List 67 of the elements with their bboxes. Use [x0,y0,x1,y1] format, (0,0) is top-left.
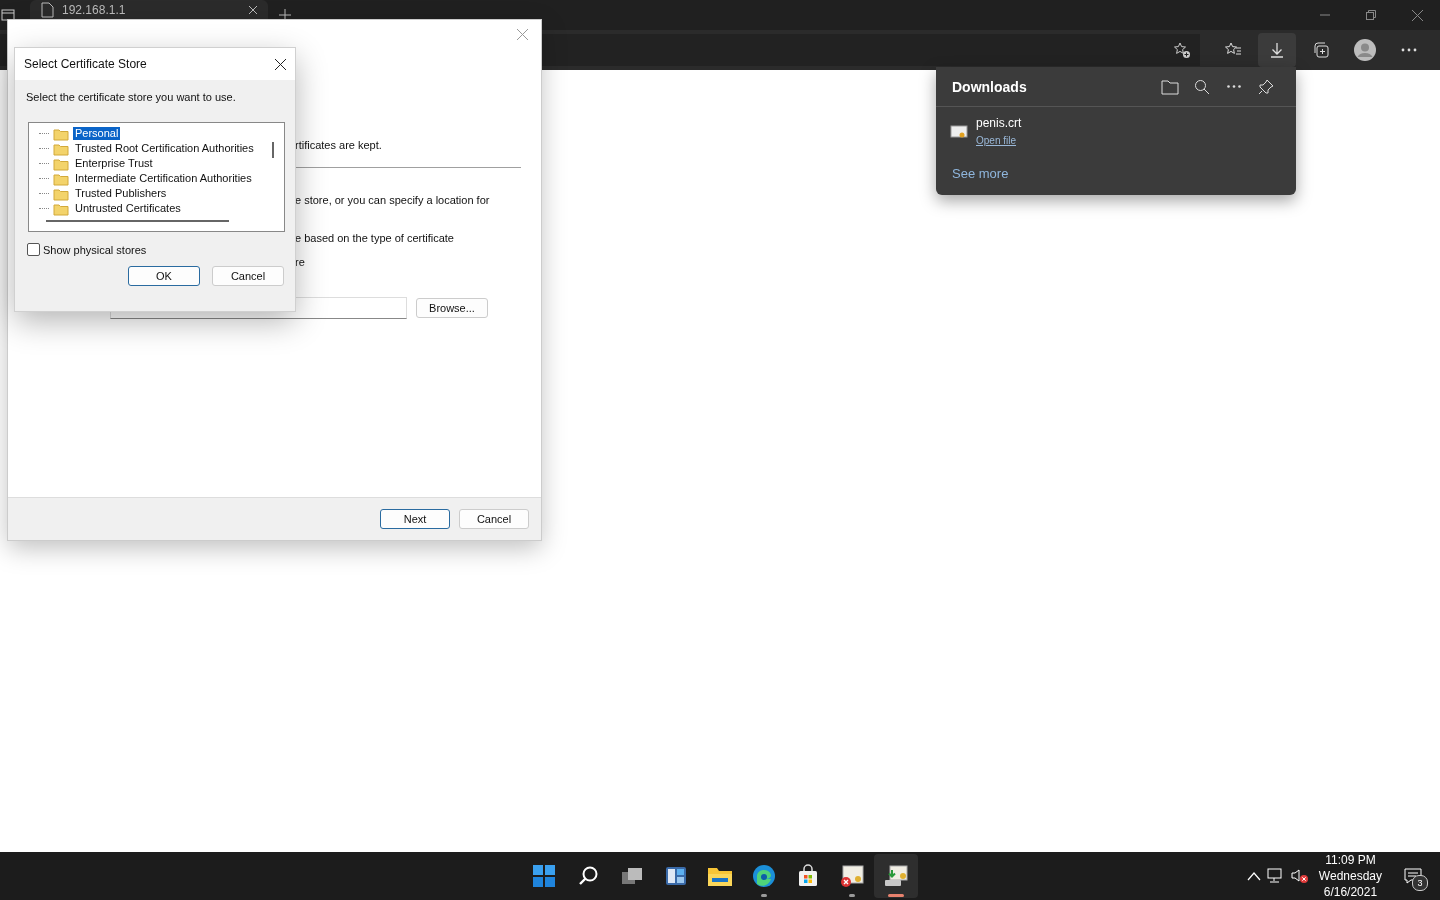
message-icon [1403,866,1423,886]
notification-count: 3 [1412,875,1428,891]
page-icon [40,2,54,18]
wizard-text: rtificates are kept. [295,138,383,152]
clock-day: Wednesday [1318,868,1382,884]
close-icon [248,5,258,15]
folder-icon [53,141,69,156]
folder-icon [53,186,69,201]
tree-item[interactable]: Enterprise Trust [73,157,155,170]
chevron-up-icon [1246,871,1261,881]
pin-icon [1258,78,1274,95]
clock-time: 11:09 PM [1325,852,1376,868]
store-icon [796,864,820,888]
folder-icon [53,156,69,171]
tree-item[interactable]: Intermediate Certification Authorities [73,172,254,185]
clock-date: 6/16/2021 [1323,884,1378,900]
browser-icon [751,863,777,889]
tree-item[interactable]: Trusted Root Certification Authorities [73,142,256,155]
add-favorite-icon [1172,40,1192,60]
toolbar-button[interactable] [1258,33,1296,67]
dialog-button[interactable]: Cancel [212,266,284,286]
certificate-file-icon [950,124,968,140]
folder-icon [53,171,69,186]
tab-actions-icon [0,7,16,23]
checkbox-label: Show physical stores [43,243,147,256]
tree-item[interactable]: Untrusted Certificates [73,202,183,215]
wizard-button[interactable]: Cancel [459,509,529,529]
volume-muted-icon [1290,868,1309,884]
tab-title: 192.168.1.1 [62,3,127,17]
browser-tab[interactable]: 192.168.1.1 [30,0,268,20]
folder-icon [1161,78,1179,95]
folder-icon [53,201,69,216]
wizard-text: e store, or you can specify a location for [295,193,491,207]
scrollbar-thumb[interactable] [46,220,229,222]
open-file-link[interactable]: Open file [976,135,1017,146]
certificate-import-icon [883,863,909,889]
notifications-button[interactable]: 3 [1398,861,1428,891]
close-icon [1411,9,1423,21]
radio-label: re [295,255,306,269]
dialog-title: Select Certificate Store [24,57,148,71]
scrollbar-thumb[interactable] [272,142,274,158]
more-icon [1401,48,1417,52]
folder-icon [53,126,69,141]
close-icon [517,28,528,40]
panel-title: Downloads [952,78,1028,95]
widgets-icon [664,864,688,888]
store-tree[interactable]: Personal Trusted Root Certification Authorities Enterprise Trust Intermediate Certification Authorities Trusted Publishers Untrusted Certificates [28,122,285,232]
tree-item[interactable]: Personal [73,127,121,140]
dialog-button[interactable]: OK [128,266,200,286]
radio-label: e based on the type of certificate [295,231,455,245]
restore-icon [1366,10,1376,20]
browse-button[interactable]: Browse... [416,298,488,318]
start-icon [531,863,557,889]
tree-item[interactable]: Trusted Publishers [73,187,169,200]
more-icon [1227,85,1241,88]
taskbar-app[interactable] [874,854,918,898]
search-icon [1194,78,1210,95]
wizard-button[interactable]: Next [380,509,450,529]
close-icon [274,58,286,70]
certificate-error-icon [839,863,865,889]
see-more-link[interactable]: See more [952,166,1009,181]
checkbox[interactable] [27,243,40,256]
collections-icon [1311,40,1331,60]
avatar-icon [1353,38,1377,62]
instruction-text: Select the certificate store you want to use. [26,91,237,103]
file-name: penis.crt [976,116,1022,130]
network-icon [1266,868,1285,884]
